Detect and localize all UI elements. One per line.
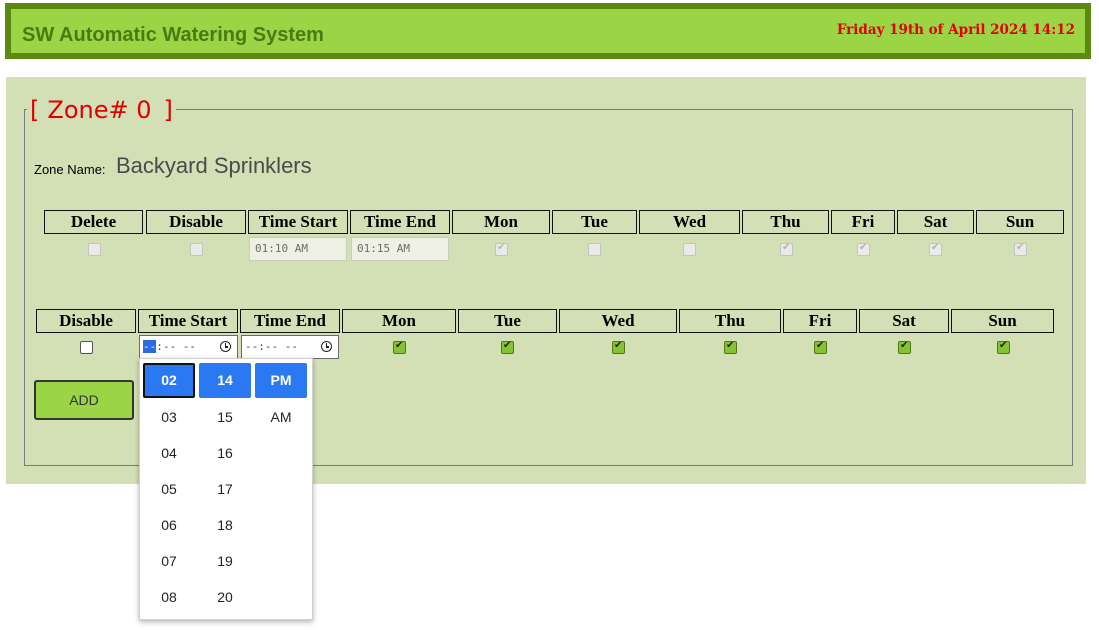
minute-option[interactable]: 20 [199,580,251,615]
new-header-time-start: Time Start [138,309,238,333]
clock-icon[interactable] [321,341,332,352]
time-start-rest: :-- -- [156,340,196,353]
legend-close-bracket: ] [163,96,173,124]
hour-option[interactable]: 07 [143,544,195,579]
new-time-start-field[interactable]: --:-- -- [139,335,238,359]
new-header-disable: Disable [36,309,136,333]
header-wed: Wed [639,210,740,234]
header-tue: Tue [552,210,637,234]
clock-icon[interactable] [220,341,231,352]
header-time-end: Time End [350,210,450,234]
new-header-thu: Thu [679,309,781,333]
new-header-fri: Fri [783,309,857,333]
header-disable: Disable [146,210,246,234]
thu-checkbox[interactable] [780,242,793,256]
new-time-end-field[interactable]: --:-- -- [241,335,339,359]
new-fri-checkbox[interactable] [814,340,827,354]
hour-option[interactable]: 03 [143,400,195,435]
sat-checkbox[interactable] [929,242,942,256]
zone-name-value[interactable]: Backyard Sprinklers [116,153,312,179]
new-sat-checkbox[interactable] [898,340,911,354]
header-time-start: Time Start [248,210,348,234]
wed-checkbox[interactable] [683,243,696,256]
current-datetime: Friday 19th of April 2024 14:12 [836,22,1075,38]
new-sun-checkbox[interactable] [997,340,1010,354]
header-mon: Mon [452,210,550,234]
new-thu-checkbox[interactable] [724,340,737,354]
legend-open-bracket: [ [30,96,40,124]
sun-checkbox[interactable] [1014,242,1027,256]
header-fri: Fri [831,210,895,234]
minute-option[interactable]: 19 [199,544,251,579]
time-end-field[interactable]: 01:15 AM [351,237,449,261]
header-thu: Thu [742,210,829,234]
time-end-placeholder: --:-- -- [245,340,298,353]
minute-option[interactable]: 18 [199,508,251,543]
add-button[interactable]: ADD [34,380,134,420]
header-delete: Delete [44,210,143,234]
hour-option[interactable]: 04 [143,436,195,471]
minute-option[interactable]: 16 [199,436,251,471]
disable-checkbox[interactable] [190,243,203,256]
new-disable-checkbox[interactable] [80,341,93,354]
tue-checkbox[interactable] [588,243,601,256]
new-wed-checkbox[interactable] [612,340,625,354]
hour-option[interactable]: 06 [143,508,195,543]
new-header-wed: Wed [559,309,677,333]
new-header-time-end: Time End [240,309,340,333]
delete-checkbox[interactable] [88,243,101,256]
new-tue-checkbox[interactable] [501,340,514,354]
zone-number-label: Zone# 0 [47,96,152,124]
new-header-mon: Mon [342,309,456,333]
header-sun: Sun [976,210,1064,234]
app-header: SW Automatic Watering System Friday 19th… [5,3,1091,59]
hour-option[interactable]: 08 [143,580,195,615]
hour-option[interactable]: 05 [143,472,195,507]
new-header-tue: Tue [458,309,557,333]
hour-option[interactable]: 02 [143,363,195,398]
hour-segment[interactable]: -- [143,340,157,353]
new-header-sat: Sat [859,309,949,333]
new-mon-checkbox[interactable] [393,340,406,354]
new-header-sun: Sun [951,309,1054,333]
minute-option[interactable]: 15 [199,400,251,435]
app-title: SW Automatic Watering System [22,24,324,46]
mon-checkbox[interactable] [495,242,508,256]
period-option-pm[interactable]: PM [255,363,307,398]
time-picker-dropdown: 02 03 04 05 06 07 08 14 15 16 17 18 19 2… [139,358,313,620]
zone-name-label: Zone Name: [34,162,106,177]
minute-option[interactable]: 17 [199,472,251,507]
minute-option[interactable]: 14 [199,363,251,398]
time-start-field[interactable]: 01:10 AM [249,237,347,261]
period-option-am[interactable]: AM [255,400,307,435]
fri-checkbox[interactable] [857,242,870,256]
header-sat: Sat [897,210,974,234]
zone-legend: [Zone# 0] [27,95,176,125]
